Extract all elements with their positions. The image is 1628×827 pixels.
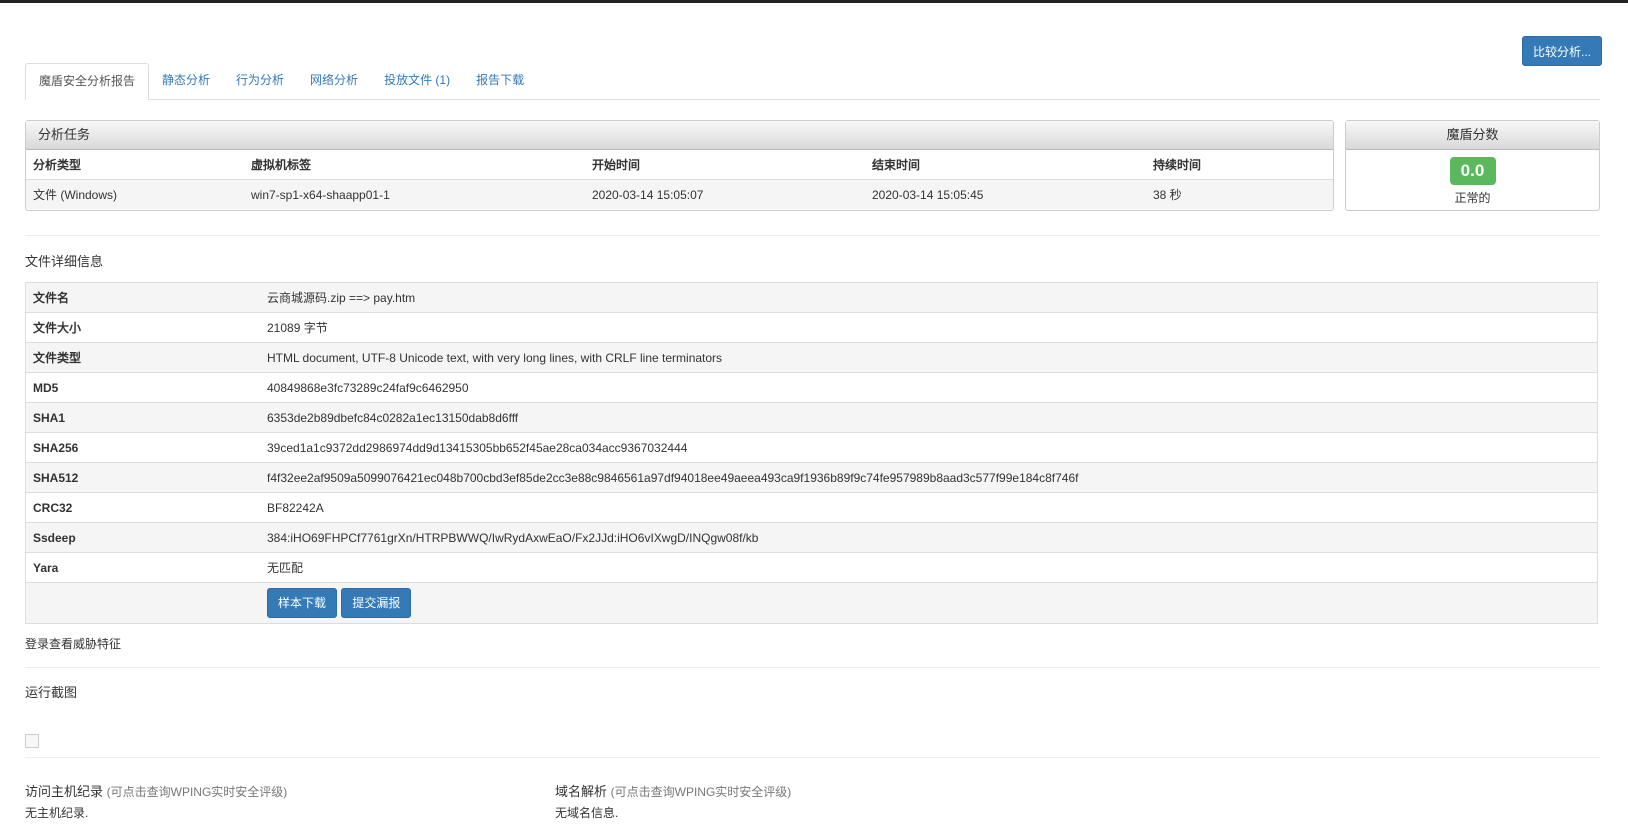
login-link[interactable]: 登录查看威胁特征 xyxy=(25,635,121,652)
row-value: 39ced1a1c9372dd2986974dd9d13415305bb652f… xyxy=(260,432,1598,463)
table-row: SHA512 f4f32ee2af9509a5099076421ec048b700… xyxy=(25,462,1598,493)
row-value: HTML document, UTF-8 Unicode text, with … xyxy=(260,342,1598,373)
dns-heading: 域名解析 (可点击查询WPING实时安全评级) xyxy=(555,781,791,800)
row-key: 文件类型 xyxy=(25,342,260,373)
dns-title: 域名解析 xyxy=(555,784,608,799)
hosts-heading: 访问主机纪录 (可点击查询WPING实时安全评级) xyxy=(25,781,287,800)
tab-dropped-files[interactable]: 投放文件 (1) xyxy=(371,63,463,99)
row-value: 6353de2b89dbefc84c0282a1ec13150dab8d6fff xyxy=(260,402,1598,433)
row-key: SHA512 xyxy=(25,462,260,493)
divider xyxy=(25,667,1600,668)
download-sample-button[interactable]: 样本下载 xyxy=(267,588,338,618)
score-badge: 0.0 xyxy=(1449,157,1496,185)
compare-button[interactable]: 比较分析... xyxy=(1522,36,1602,66)
table-row: CRC32 BF82242A xyxy=(25,492,1598,523)
hosts-empty: 无主机纪录. xyxy=(25,806,89,820)
task-table: 分析类型 虚拟机标签 开始时间 结束时间 持续时间 文件 (Windows) w… xyxy=(26,150,1333,209)
tab-report[interactable]: 魔盾安全分析报告 xyxy=(25,63,150,100)
submit-false-negative-button[interactable]: 提交漏报 xyxy=(341,588,412,618)
section-title: 文件详细信息 xyxy=(25,254,104,269)
analysis-task-panel: 分析任务 分析类型 虚拟机标签 开始时间 结束时间 持续时间 文件 (Windo… xyxy=(25,120,1334,211)
table-cell: 2020-03-14 15:05:07 xyxy=(585,179,865,209)
divider xyxy=(25,235,1600,236)
file-details-table: 文件名 云商城源码.zip ==> pay.htm 文件大小 21089 字节 文件… xyxy=(25,282,1598,624)
score-status: 正常的 xyxy=(1454,191,1491,205)
row-value: f4f32ee2af9509a5099076421ec048b700cbd3ef… xyxy=(260,462,1598,493)
table-row: 文件名 云商城源码.zip ==> pay.htm xyxy=(25,282,1598,313)
table-cell: win7-sp1-x64-shaapp01-1 xyxy=(244,179,585,209)
table-row: 文件 (Windows) win7-sp1-x64-shaapp01-1 202… xyxy=(26,179,1333,209)
col-header: 虚拟机标签 xyxy=(244,150,585,180)
row-key: 文件大小 xyxy=(25,312,260,343)
tab-report-download[interactable]: 报告下载 xyxy=(463,63,537,99)
score-panel: 魔盾分数 0.0 正常的 xyxy=(1345,120,1600,211)
empty-cell xyxy=(25,582,260,624)
tab-static[interactable]: 静态分析 xyxy=(149,63,223,99)
table-row: 文件类型 HTML document, UTF-8 Unicode text, w… xyxy=(25,342,1598,373)
row-key: SHA256 xyxy=(25,432,260,463)
col-header: 结束时间 xyxy=(865,150,1146,180)
divider xyxy=(25,757,1600,758)
dns-empty: 无域名信息. xyxy=(555,806,619,820)
row-value: 无匹配 xyxy=(260,552,1598,583)
panel-title: 分析任务 xyxy=(26,121,1333,150)
row-value: 云商城源码.zip ==> pay.htm xyxy=(260,282,1598,313)
col-header: 分析类型 xyxy=(26,150,244,180)
row-value: BF82242A xyxy=(260,492,1598,523)
hosts-hint: (可点击查询WPING实时安全评级) xyxy=(106,785,288,799)
screenshot-image[interactable] xyxy=(25,734,39,748)
panel-title: 魔盾分数 xyxy=(1346,121,1599,150)
tab-behavior[interactable]: 行为分析 xyxy=(223,63,297,99)
screenshots-title: 运行截图 xyxy=(25,685,78,700)
tab-network[interactable]: 网络分析 xyxy=(297,63,371,99)
table-cell: 文件 (Windows) xyxy=(26,179,244,209)
row-key: Ssdeep xyxy=(25,522,260,553)
row-key: CRC32 xyxy=(25,492,260,523)
row-key: Yara xyxy=(25,552,260,583)
table-row: SHA1 6353de2b89dbefc84c0282a1ec13150dab8d… xyxy=(25,402,1598,433)
col-header: 开始时间 xyxy=(585,150,865,180)
row-value: 384:iHO69FHPCf7761grXn/HTRPBWWQ/IwRydAxw… xyxy=(260,522,1598,553)
tab-bar: 魔盾安全分析报告 静态分析 行为分析 网络分析 投放文件 (1) 报告下载 xyxy=(25,63,1600,100)
table-cell: 38 秒 xyxy=(1146,179,1333,209)
action-cell: 样本下载 提交漏报 xyxy=(260,582,1598,624)
row-key: 文件名 xyxy=(25,282,260,313)
row-value: 40849868e3fc73289c24faf9c6462950 xyxy=(260,372,1598,403)
table-cell: 2020-03-14 15:05:45 xyxy=(865,179,1146,209)
row-key: MD5 xyxy=(25,372,260,403)
col-header: 持续时间 xyxy=(1146,150,1333,180)
table-row: Yara 无匹配 xyxy=(25,552,1598,583)
row-value: 21089 字节 xyxy=(260,312,1598,343)
table-row: Ssdeep 384:iHO69FHPCf7761grXn/HTRPBWWQ/Iw… xyxy=(25,522,1598,553)
hosts-title: 访问主机纪录 xyxy=(25,784,104,799)
action-row: 样本下载 提交漏报 xyxy=(25,582,1598,624)
table-row: MD5 40849868e3fc73289c24faf9c6462950 xyxy=(25,372,1598,403)
row-key: SHA1 xyxy=(25,402,260,433)
table-row: SHA256 39ced1a1c9372dd2986974dd9d13415305… xyxy=(25,432,1598,463)
table-row: 文件大小 21089 字节 xyxy=(25,312,1598,343)
dns-hint: (可点击查询WPING实时安全评级) xyxy=(610,785,792,799)
